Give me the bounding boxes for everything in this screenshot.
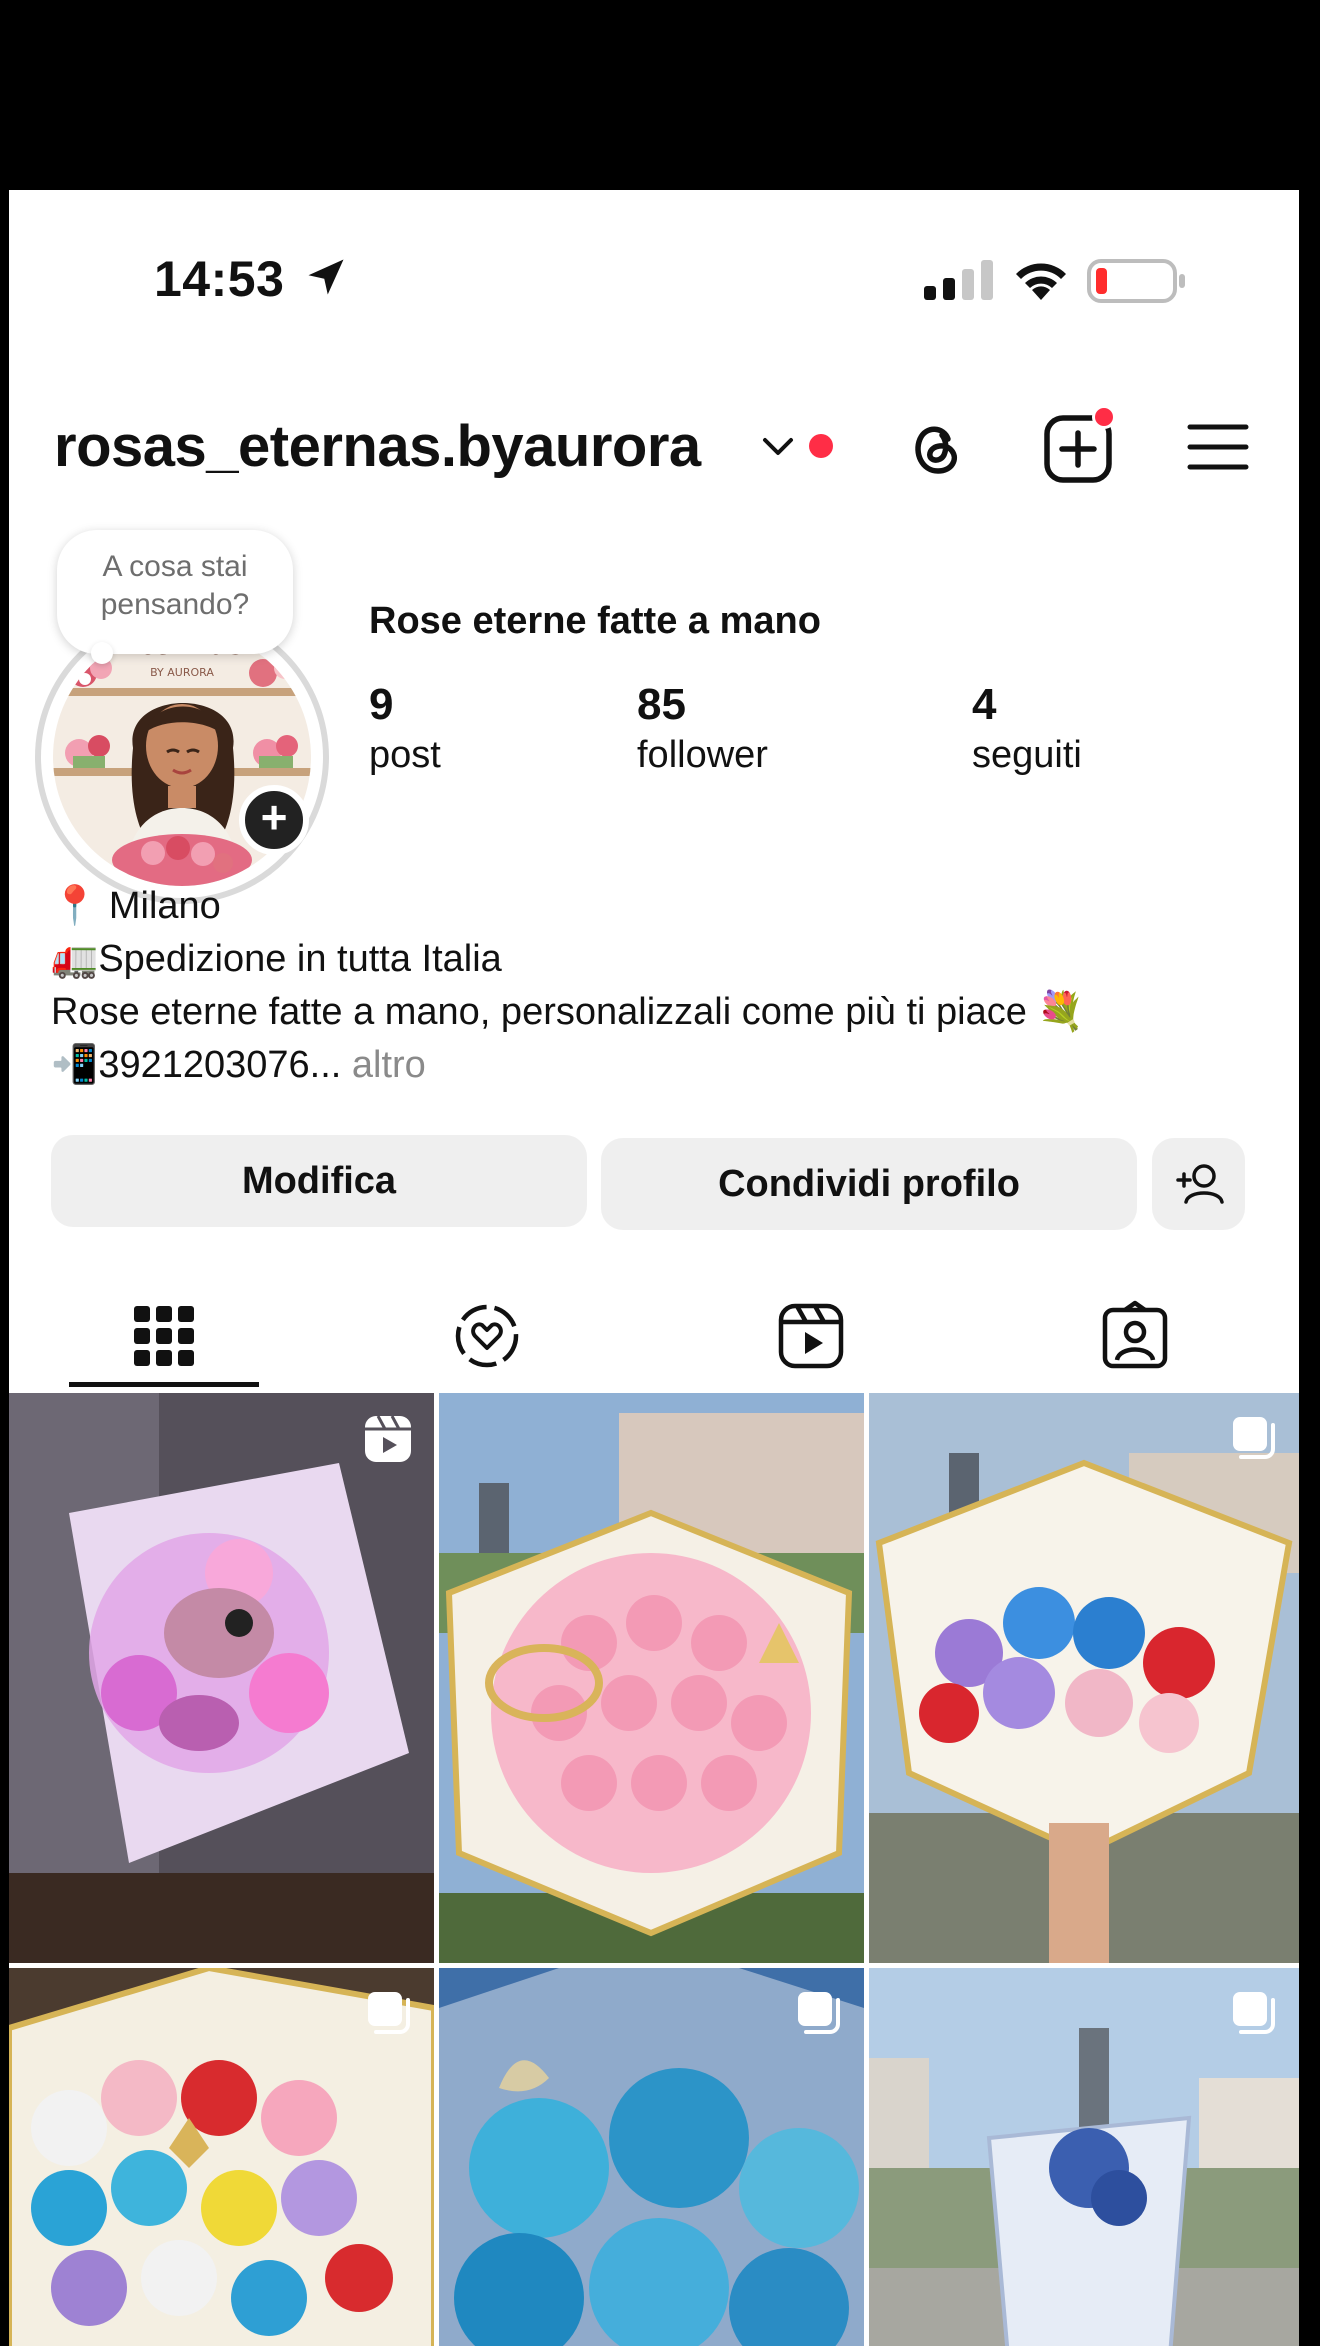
stat-posts-value: 9 xyxy=(369,680,394,729)
username-switcher[interactable]: rosas_eternas.byaurora xyxy=(54,413,701,480)
stat-following[interactable]: 4 seguiti xyxy=(972,680,1082,777)
stat-followers-label: follower xyxy=(637,734,768,776)
bio-more-link[interactable]: altro xyxy=(341,1044,426,1086)
stat-following-label: seguiti xyxy=(972,734,1082,776)
bio: 📍 Milano 🚛Spedizione in tutta Italia Ros… xyxy=(51,880,1271,1092)
stat-followers[interactable]: 85 follower xyxy=(637,680,768,777)
menu-icon[interactable] xyxy=(1187,421,1249,473)
suggested-people-button[interactable] xyxy=(1152,1138,1245,1230)
display-name: Rose eterne fatte a mano xyxy=(369,600,821,642)
note-bubble[interactable]: A cosa stai pensando? xyxy=(57,530,293,654)
post-tile[interactable] xyxy=(9,1968,434,2346)
stat-posts-label: post xyxy=(369,734,441,776)
carousel-icon xyxy=(1233,1417,1275,1459)
tagged-icon[interactable] xyxy=(1099,1300,1171,1372)
bio-phone: 📲3921203076... xyxy=(51,1044,342,1086)
stat-followers-value: 85 xyxy=(637,680,686,729)
bio-description: Rose eterne fatte a mano, personalizzali… xyxy=(51,991,1085,1033)
status-bar: 14:53 xyxy=(9,250,1299,310)
active-tab-indicator xyxy=(69,1382,259,1387)
battery-low-icon xyxy=(1087,259,1185,303)
bio-phone-line: 📲3921203076... altro xyxy=(51,1039,1271,1092)
post-tile[interactable] xyxy=(439,1393,864,1963)
post-tile[interactable] xyxy=(439,1968,864,2346)
stat-posts[interactable]: 9 post xyxy=(369,680,441,777)
post-tile[interactable] xyxy=(9,1393,434,1963)
post-tile[interactable] xyxy=(869,1393,1299,1963)
bio-location: 📍 Milano xyxy=(51,885,221,927)
bio-shipping: 🚛Spedizione in tutta Italia xyxy=(51,938,502,980)
heart-circle-icon[interactable] xyxy=(451,1300,523,1372)
cellular-signal-icon xyxy=(924,260,993,300)
share-profile-button[interactable]: Condividi profilo xyxy=(601,1138,1137,1230)
edit-profile-button[interactable]: Modifica xyxy=(51,1135,587,1227)
reel-icon xyxy=(365,1415,411,1462)
location-arrow-icon xyxy=(308,259,344,295)
notification-dot xyxy=(809,434,833,458)
note-bubble-tail-small xyxy=(79,673,91,685)
threads-icon[interactable] xyxy=(902,415,968,481)
carousel-icon xyxy=(798,1992,840,2034)
post-tile[interactable] xyxy=(869,1968,1299,2346)
add-story-plus-icon[interactable]: + xyxy=(239,785,309,855)
carousel-icon xyxy=(368,1992,410,2034)
grid-icon[interactable] xyxy=(128,1300,200,1372)
phone-screen: 14:53 rosas_eternas.byaurora BY AURORA +… xyxy=(9,190,1299,2346)
add-person-icon xyxy=(1176,1164,1224,1204)
carousel-icon xyxy=(1233,1992,1275,2034)
wifi-icon xyxy=(1016,263,1066,300)
new-post-notification-dot xyxy=(1092,405,1116,429)
reels-icon[interactable] xyxy=(775,1300,847,1372)
stat-following-value: 4 xyxy=(972,680,997,729)
chevron-down-icon[interactable] xyxy=(761,435,795,459)
profile-header: rosas_eternas.byaurora xyxy=(9,405,1299,485)
note-bubble-tail xyxy=(91,642,113,664)
status-time: 14:53 xyxy=(154,251,285,307)
avatar-subcaption: BY AURORA xyxy=(150,666,214,679)
